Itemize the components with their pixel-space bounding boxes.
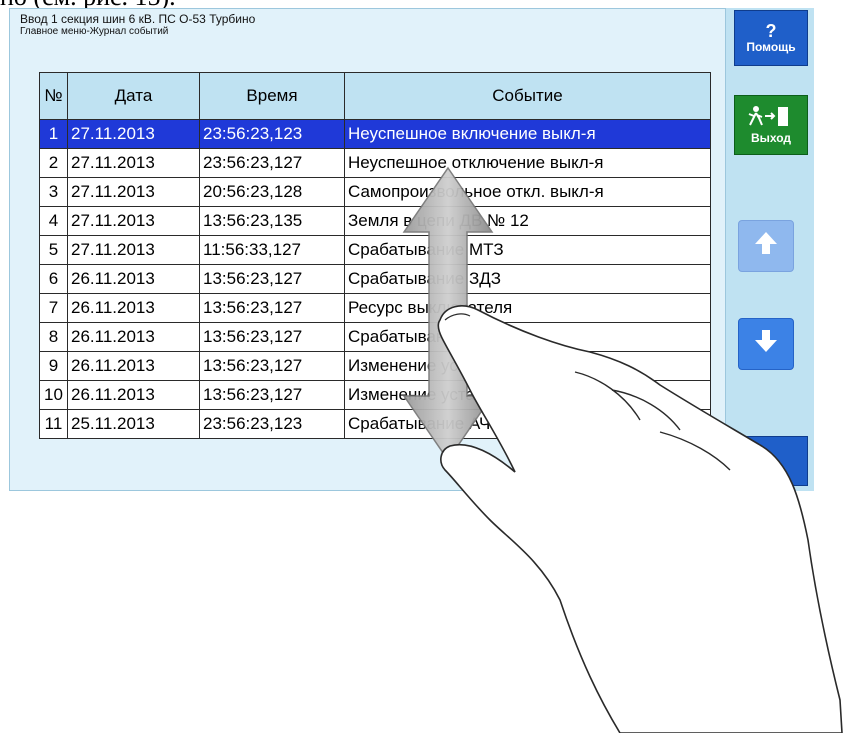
cell-time: 23:56:23,123 [199,119,345,149]
column-header-time: Время [199,72,345,120]
help-button[interactable]: ? Помощь [734,10,808,66]
cell-number: 10 [39,380,68,410]
bottom-button[interactable] [734,436,808,486]
cell-number: 4 [39,206,68,236]
column-header-date: Дата [67,72,200,120]
help-icon: ? [765,21,777,41]
column-header-number: № [39,72,68,120]
cell-time: 23:56:23,123 [199,409,345,439]
cell-time: 13:56:23,127 [199,264,345,294]
cell-date: 27.11.2013 [67,119,200,149]
cell-date: 25.11.2013 [67,409,200,439]
cell-time: 20:56:23,128 [199,177,345,207]
table-row[interactable]: 11 25.11.2013 23:56:23,123 Срабатывание … [39,409,711,439]
table-row[interactable]: 4 27.11.2013 13:56:23,135 Земля в цепи Д… [39,206,711,236]
table-row[interactable]: 9 26.11.2013 13:56:23,127 Изменение уста… [39,351,711,381]
cell-date: 27.11.2013 [67,235,200,265]
exit-person-icon [748,105,794,131]
event-table: № Дата Время Событие 1 27.11.2013 23:56:… [39,72,711,439]
cell-number: 5 [39,235,68,265]
arrow-up-icon [751,228,781,265]
cell-event: Срабатывание ОВ [344,322,711,352]
table-row[interactable]: 6 26.11.2013 13:56:23,127 Срабатывание З… [39,264,711,294]
cell-time: 13:56:23,127 [199,322,345,352]
column-header-event: Событие [344,72,711,120]
arrow-down-icon [751,326,781,363]
cell-event: Изменение уставок [344,380,711,410]
cell-time: 13:56:23,127 [199,293,345,323]
cell-number: 3 [39,177,68,207]
cell-number: 6 [39,264,68,294]
cell-date: 26.11.2013 [67,264,200,294]
cell-date: 27.11.2013 [67,206,200,236]
table-row[interactable]: 5 27.11.2013 11:56:33,127 Срабатывание М… [39,235,711,265]
cell-number: 1 [39,119,68,149]
cell-time: 13:56:23,135 [199,206,345,236]
breadcrumb: Главное меню-Журнал событий [20,26,169,37]
cell-date: 26.11.2013 [67,322,200,352]
cell-event: Самопроизвольное откл. выкл-я [344,177,711,207]
table-row[interactable]: 1 27.11.2013 23:56:23,123 Неуспешное вкл… [39,119,711,149]
exit-button[interactable]: Выход [734,95,808,155]
cell-event: Срабатывание ЗДЗ [344,264,711,294]
cell-number: 11 [39,409,68,439]
table-header-row: № Дата Время Событие [39,72,711,120]
cell-time: 11:56:33,127 [199,235,345,265]
table-row[interactable]: 10 26.11.2013 13:56:23,127 Изменение уст… [39,380,711,410]
cell-time: 23:56:23,127 [199,148,345,178]
partial-icon [751,446,791,476]
cell-date: 26.11.2013 [67,293,200,323]
cell-event: Земля в цепи ДВ № 12 [344,206,711,236]
cell-event: Неуспешное включение выкл-я [344,119,711,149]
cell-number: 2 [39,148,68,178]
cell-date: 27.11.2013 [67,148,200,178]
scroll-up-button[interactable] [738,220,794,272]
help-label: Помощь [746,40,796,54]
table-row[interactable]: 3 27.11.2013 20:56:23,128 Самопроизвольн… [39,177,711,207]
scroll-down-button[interactable] [738,318,794,370]
cell-time: 13:56:23,127 [199,351,345,381]
cell-number: 7 [39,293,68,323]
cell-event: Неуспешное отключение выкл-я [344,148,711,178]
window-title: Ввод 1 секция шин 6 кВ. ПС О-53 Турбино [20,12,256,26]
cell-time: 13:56:23,127 [199,380,345,410]
cell-date: 26.11.2013 [67,380,200,410]
cell-event: Срабатывание МТЗ [344,235,711,265]
cell-number: 9 [39,351,68,381]
cell-event: Изменение уставок [344,351,711,381]
cell-date: 27.11.2013 [67,177,200,207]
cell-event: Ресурс выключателя [344,293,711,323]
table-row[interactable]: 2 27.11.2013 23:56:23,127 Неуспешное отк… [39,148,711,178]
table-row[interactable]: 8 26.11.2013 13:56:23,127 Срабатывание О… [39,322,711,352]
table-row[interactable]: 7 26.11.2013 13:56:23,127 Ресурс выключа… [39,293,711,323]
exit-label: Выход [750,131,792,145]
cell-number: 8 [39,322,68,352]
cell-event: Срабатывание АЧР [344,409,711,439]
cell-date: 26.11.2013 [67,351,200,381]
